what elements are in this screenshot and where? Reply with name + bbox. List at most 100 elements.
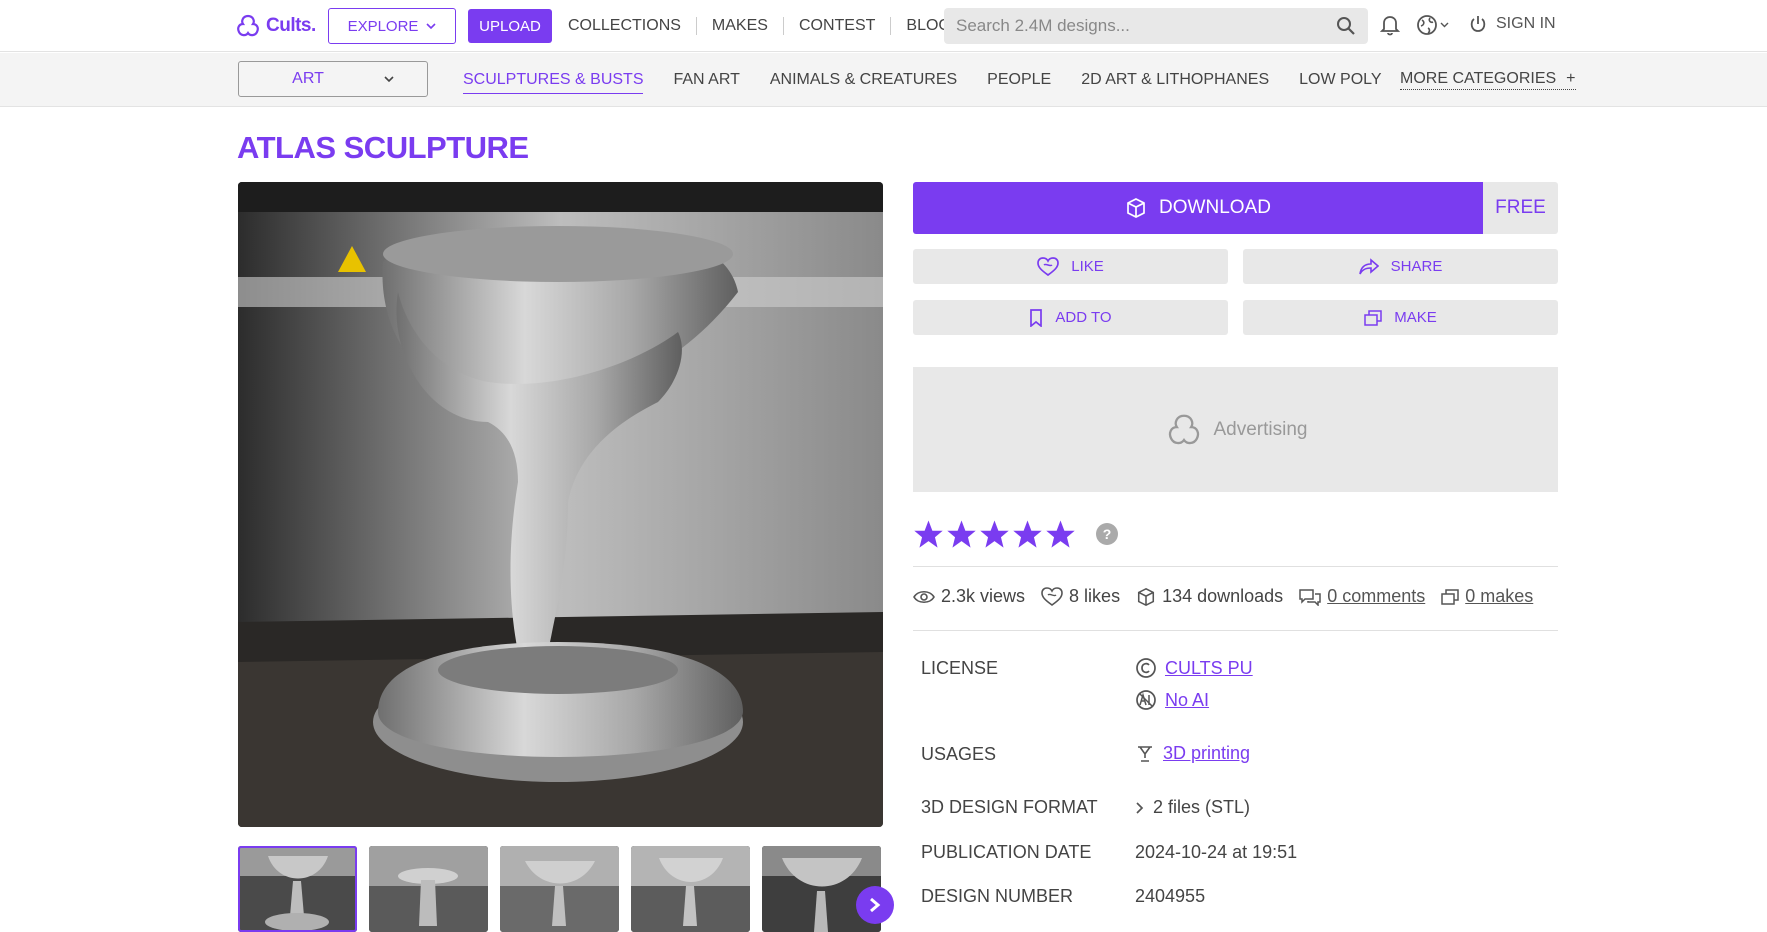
heart-icon xyxy=(1041,586,1063,607)
box-icon xyxy=(1136,587,1156,607)
star-icon[interactable] xyxy=(946,519,977,549)
category-sculptures-busts[interactable]: SCULPTURES & BUSTS xyxy=(463,67,644,94)
nav-makes[interactable]: MAKES xyxy=(695,17,783,35)
printer-icon xyxy=(1135,744,1155,764)
bookmark-icon xyxy=(1029,308,1043,327)
makes-link[interactable]: 0 makes xyxy=(1465,586,1533,607)
views-count: 2.3k views xyxy=(941,586,1026,606)
cults-logo[interactable]: Cults. xyxy=(234,13,316,39)
chevron-down-icon xyxy=(1440,22,1449,28)
no-ai-link[interactable]: No AI xyxy=(1165,690,1209,711)
category-fan-art[interactable]: FAN ART xyxy=(673,67,739,93)
eye-icon xyxy=(913,589,935,605)
power-icon xyxy=(1468,14,1488,34)
chevron-right-icon xyxy=(868,897,882,913)
main-product-image[interactable] xyxy=(238,182,883,827)
format-label: 3D DESIGN FORMAT xyxy=(921,797,1098,817)
thumbnail[interactable] xyxy=(500,846,619,932)
cults-logo-icon xyxy=(1164,411,1204,449)
star-icon[interactable] xyxy=(913,519,944,549)
make-icon xyxy=(1364,309,1382,326)
upload-button[interactable]: UPLOAD xyxy=(468,9,552,43)
thumbnail[interactable] xyxy=(238,846,357,932)
rating-help-icon[interactable]: ? xyxy=(1096,523,1118,545)
advertising-placeholder: Advertising xyxy=(913,367,1558,492)
stats-row: 2.3k views 8 likes 134 downloads 0 comme… xyxy=(913,586,1533,607)
no-ai-icon xyxy=(1135,689,1157,711)
share-label: SHARE xyxy=(1390,258,1443,275)
make-label: MAKE xyxy=(1394,309,1437,326)
thumbnail-strip xyxy=(238,846,881,932)
explore-label: EXPLORE xyxy=(347,17,419,35)
design-number-label: DESIGN NUMBER xyxy=(921,886,1074,906)
star-icon[interactable] xyxy=(1045,519,1076,549)
category-bar: ART SCULPTURES & BUSTS FAN ART ANIMALS &… xyxy=(0,53,1767,107)
make-icon xyxy=(1441,588,1459,605)
category-people[interactable]: PEOPLE xyxy=(987,67,1051,93)
star-icon[interactable] xyxy=(1012,519,1043,549)
page-title: ATLAS SCULPTURE xyxy=(237,130,529,165)
search-bar xyxy=(944,8,1368,44)
comments-stat[interactable]: 0 comments xyxy=(1299,586,1425,607)
cults-logo-icon xyxy=(234,13,262,39)
design-number-value: 2404955 xyxy=(1135,886,1206,906)
search-input[interactable] xyxy=(956,16,1336,36)
license-label: LICENSE xyxy=(921,658,999,678)
divider xyxy=(913,630,1558,631)
advertising-label: Advertising xyxy=(1213,418,1308,440)
box-icon xyxy=(1125,197,1147,219)
views-stat: 2.3k views xyxy=(913,586,1025,607)
nav-collections[interactable]: COLLECTIONS xyxy=(568,17,696,35)
likes-count: 8 likes xyxy=(1069,586,1121,606)
usages-link[interactable]: 3D printing xyxy=(1163,743,1250,764)
license-value: CULTS PU xyxy=(1135,657,1253,679)
format-value[interactable]: 2 files (STL) xyxy=(1135,797,1250,818)
downloads-stat: 134 downloads xyxy=(1136,586,1283,607)
top-nav: COLLECTIONS MAKES CONTEST BLOG xyxy=(568,0,966,52)
next-image-button[interactable] xyxy=(856,886,894,924)
like-label: LIKE xyxy=(1071,258,1104,275)
add-to-label: ADD TO xyxy=(1055,309,1112,326)
share-icon xyxy=(1358,257,1379,276)
make-button[interactable]: MAKE xyxy=(1243,300,1558,335)
license-link[interactable]: CULTS PU xyxy=(1165,658,1253,679)
price-badge: FREE xyxy=(1483,182,1558,234)
search-icon[interactable] xyxy=(1336,16,1356,36)
likes-stat: 8 likes xyxy=(1041,586,1120,607)
heart-icon xyxy=(1037,256,1060,277)
thumbnail[interactable] xyxy=(631,846,750,932)
category-2d-art-lithophanes[interactable]: 2D ART & LITHOPHANES xyxy=(1081,67,1269,93)
comments-link[interactable]: 0 comments xyxy=(1327,586,1425,607)
category-low-poly[interactable]: LOW POLY xyxy=(1299,67,1381,93)
usages-value: 3D printing xyxy=(1135,743,1250,764)
comment-icon xyxy=(1299,588,1321,606)
bell-icon[interactable] xyxy=(1380,14,1400,36)
globe-icon xyxy=(1416,14,1438,36)
makes-stat[interactable]: 0 makes xyxy=(1441,586,1533,607)
add-to-button[interactable]: ADD TO xyxy=(913,300,1228,335)
top-bar: Cults. EXPLORE UPLOAD COLLECTIONS MAKES … xyxy=(0,0,1767,52)
nav-contest[interactable]: CONTEST xyxy=(782,17,890,35)
date-value: 2024-10-24 at 19:51 xyxy=(1135,842,1298,862)
download-label: DOWNLOAD xyxy=(1159,197,1271,218)
category-select-value: ART xyxy=(292,70,324,87)
format-text: 2 files (STL) xyxy=(1153,797,1251,817)
share-button[interactable]: SHARE xyxy=(1243,249,1558,284)
thumbnail[interactable] xyxy=(369,846,488,932)
category-animals-creatures[interactable]: ANIMALS & CREATURES xyxy=(770,67,957,93)
category-select[interactable]: ART xyxy=(238,61,428,97)
chevron-right-icon xyxy=(1135,801,1145,815)
star-icon[interactable] xyxy=(979,519,1010,549)
explore-button[interactable]: EXPLORE xyxy=(328,8,456,44)
ai-policy-value: No AI xyxy=(1135,689,1209,711)
like-button[interactable]: LIKE xyxy=(913,249,1228,284)
language-selector[interactable] xyxy=(1416,14,1449,36)
more-categories-link[interactable]: MORE CATEGORIES + xyxy=(1400,70,1576,90)
date-label: PUBLICATION DATE xyxy=(921,842,1092,862)
downloads-count: 134 downloads xyxy=(1162,586,1284,606)
more-categories-label: MORE CATEGORIES xyxy=(1400,70,1557,87)
sign-in-link[interactable]: SIGN IN xyxy=(1468,14,1556,34)
rating-stars[interactable]: ? xyxy=(913,519,1118,549)
download-button[interactable]: DOWNLOAD xyxy=(913,182,1483,234)
chevron-down-icon xyxy=(426,22,437,30)
